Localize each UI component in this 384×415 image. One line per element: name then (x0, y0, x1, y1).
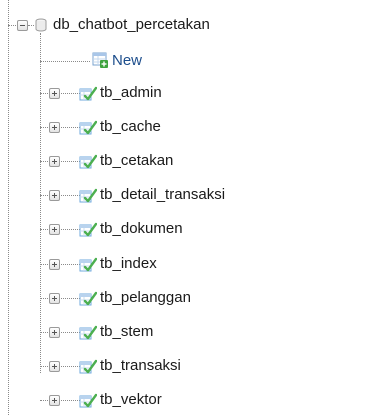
new-table-icon (92, 52, 108, 68)
table-name[interactable]: tb_cetakan (100, 152, 173, 170)
table-name[interactable]: tb_cache (100, 118, 161, 136)
table-name[interactable]: tb_transaksi (100, 357, 181, 375)
table-name[interactable]: tb_detail_transaksi (100, 186, 225, 204)
expand-plus-icon[interactable] (49, 190, 60, 201)
database-tree: db_chatbot_percetakan New tb_admin tb_cac… (0, 0, 384, 415)
expand-plus-icon[interactable] (49, 361, 60, 372)
table-icon (79, 120, 97, 135)
tree-connector (40, 161, 80, 162)
tree-connector (40, 366, 80, 367)
tree-connector (40, 298, 80, 299)
table-icon (79, 359, 97, 374)
tree-guide-line-outer (8, 0, 9, 415)
tree-connector (40, 127, 80, 128)
database-icon (35, 18, 47, 32)
tree-connector (28, 25, 34, 26)
tree-connector (40, 229, 80, 230)
expand-plus-icon[interactable] (49, 224, 60, 235)
table-name[interactable]: tb_vektor (100, 391, 162, 409)
table-icon (79, 291, 97, 306)
tree-connector (40, 61, 90, 62)
expand-plus-icon[interactable] (49, 395, 60, 406)
expand-plus-icon[interactable] (49, 259, 60, 270)
tree-connector (40, 195, 80, 196)
expand-plus-icon[interactable] (49, 122, 60, 133)
table-icon (79, 188, 97, 203)
table-name[interactable]: tb_pelanggan (100, 289, 191, 307)
table-icon (79, 257, 97, 272)
expand-plus-icon[interactable] (49, 293, 60, 304)
expand-plus-icon[interactable] (49, 88, 60, 99)
tree-connector (40, 400, 80, 401)
table-icon (79, 393, 97, 408)
table-icon (79, 86, 97, 101)
table-name[interactable]: tb_index (100, 255, 157, 273)
table-name[interactable]: tb_admin (100, 84, 162, 102)
expand-plus-icon[interactable] (49, 156, 60, 167)
new-table-label[interactable]: New (112, 52, 142, 70)
tree-connector (40, 93, 80, 94)
tree-connector (40, 332, 80, 333)
table-icon (79, 154, 97, 169)
table-name[interactable]: tb_stem (100, 323, 153, 341)
table-name[interactable]: tb_dokumen (100, 220, 183, 238)
tree-guide-line-inner (40, 33, 41, 373)
table-icon (79, 325, 97, 340)
database-name[interactable]: db_chatbot_percetakan (53, 16, 210, 34)
expand-plus-icon[interactable] (49, 327, 60, 338)
table-icon (79, 222, 97, 237)
tree-connector (40, 264, 80, 265)
collapse-minus-icon[interactable] (17, 20, 28, 31)
